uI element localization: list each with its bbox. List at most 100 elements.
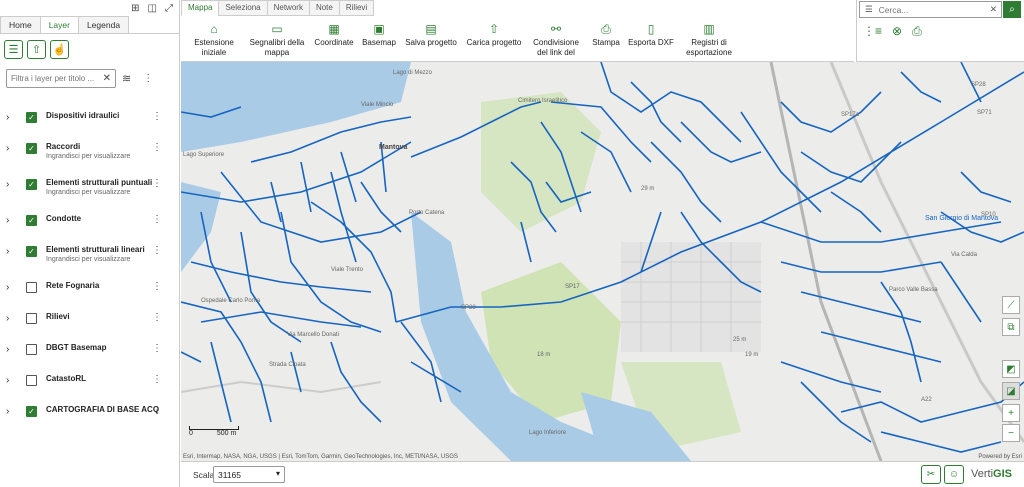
layer-row[interactable]: › ✓ Raccordi Ingrandisci per visualizzare… [0, 142, 178, 160]
clear-icon[interactable]: ✕ [103, 73, 111, 84]
chevron-right-icon[interactable]: › [6, 179, 18, 190]
dock-icon[interactable]: ⊞ [131, 3, 139, 14]
chevron-right-icon[interactable]: › [6, 313, 18, 324]
print-button[interactable]: ⎙ Stampa [591, 22, 621, 48]
chevron-right-icon[interactable]: › [6, 246, 18, 257]
chevron-right-icon[interactable]: › [6, 375, 18, 386]
layer-row[interactable]: › Rete Fognaria ⋮ [0, 281, 178, 293]
zoom-in-button[interactable]: + [1002, 404, 1020, 422]
tab-legenda[interactable]: Legenda [77, 16, 130, 33]
layer-row[interactable]: › ✓ Elementi strutturali lineari Ingrandi… [0, 245, 178, 263]
chevron-right-icon[interactable]: › [6, 143, 18, 154]
tab-home[interactable]: Home [0, 16, 41, 33]
tab-rilievi[interactable]: Rilievi [338, 0, 375, 16]
more-icon[interactable]: ⋮ [152, 374, 162, 385]
layer-row[interactable]: › ✓ Dispositivi idraulici ⋮ [0, 111, 178, 123]
layer-row[interactable]: › Rilievi ⋮ [0, 312, 178, 324]
chevron-right-icon[interactable]: › [6, 215, 18, 226]
export-dxf-button[interactable]: ▯ Esporta DXF [628, 22, 674, 48]
share-link-button[interactable]: ⚯ Condivisione del link del [531, 22, 581, 58]
layer-name: CatastoRL [46, 374, 87, 383]
search-panel: ☰ ✕ ⌕ ⋮≡ ⊗ ⎙ [856, 0, 1024, 62]
layer-checkbox[interactable]: ✓ [26, 246, 37, 257]
more-icon[interactable]: ⋮ [152, 111, 162, 122]
scale-select[interactable]: 31165 ▾ [213, 466, 285, 483]
more-icon[interactable]: ⋮ [152, 405, 162, 416]
chevron-right-icon[interactable]: › [6, 344, 18, 355]
more-icon[interactable]: ⋮ [152, 245, 162, 256]
layer-checkbox[interactable]: ✓ [26, 179, 37, 190]
map-scalebar: 0 500 m [189, 426, 239, 437]
pointer-icon[interactable]: ☝ [50, 40, 69, 59]
stack-icon[interactable]: ≋ [122, 72, 131, 85]
layer-row[interactable]: › ✓ Elementi strutturali puntuali Ingrand… [0, 178, 178, 196]
draw-icon[interactable]: ◪ [1002, 382, 1020, 400]
layer-filter-input[interactable] [11, 74, 101, 83]
tab-layer[interactable]: Layer [39, 16, 79, 33]
more-icon[interactable]: ⋮ [152, 312, 162, 323]
basemap-button[interactable]: ▣ Basemap [361, 22, 397, 48]
book-icon: ▭ [271, 22, 283, 36]
layer-name: DBGT Basemap [46, 343, 107, 352]
map-view[interactable]: Lago di Mezzo Viale Mincio Mantova Lago … [181, 62, 1024, 461]
results-list-icon[interactable]: ⋮≡ [863, 24, 882, 39]
tab-seleziona[interactable]: Seleziona [218, 0, 268, 16]
user-icon[interactable]: ☺ [944, 465, 964, 484]
layer-visibility-icon[interactable]: ◩ [1002, 360, 1020, 378]
ribbon-toolbar: Mappa Seleziona Network Note Rilievi ⌂ Es… [181, 0, 854, 62]
more-icon[interactable]: ⋮ [152, 343, 162, 354]
clear-results-icon[interactable]: ⊗ [892, 24, 902, 39]
layer-row[interactable]: › DBGT Basemap ⋮ [0, 343, 178, 355]
layer-checkbox[interactable] [26, 282, 37, 293]
tools-icon[interactable]: ✂ [921, 465, 941, 484]
zoom-out-button[interactable]: − [1002, 424, 1020, 442]
chevron-down-icon: ▾ [275, 469, 280, 478]
upload-icon[interactable]: ⇧ [27, 40, 46, 59]
close-icon[interactable]: ✕ [990, 4, 997, 15]
layer-checkbox[interactable]: ✓ [26, 406, 37, 417]
menu-icon[interactable]: ☰ [865, 4, 873, 15]
search-input[interactable] [878, 4, 974, 15]
layer-row[interactable]: › CatastoRL ⋮ [0, 374, 178, 386]
layer-row[interactable]: › ✓ CARTOGRAFIA DI BASE ACQ ⋮ [0, 405, 178, 417]
basemap-icon: ▣ [373, 22, 385, 36]
layer-checkbox[interactable] [26, 375, 37, 386]
map-attribution: Esri, Intermap, NASA, NGA, USGS | Esri, … [183, 454, 458, 460]
tab-network[interactable]: Network [266, 0, 310, 16]
map-tools-icon[interactable]: ⧉ [1002, 318, 1020, 336]
save-project-button[interactable]: ▤ Salva progetto [403, 22, 459, 48]
split-icon[interactable]: ◫ [148, 3, 157, 14]
layers-icon[interactable]: ☰ [4, 40, 23, 59]
coordinates-button[interactable]: ▦ Coordinate [313, 22, 355, 48]
printer-icon[interactable]: ⎙ [912, 24, 922, 39]
chevron-right-icon[interactable]: › [6, 406, 18, 417]
chevron-right-icon[interactable]: › [6, 282, 18, 293]
layer-checkbox[interactable] [26, 313, 37, 324]
layer-sub: Ingrandisci per visualizzare [46, 189, 131, 196]
export-logs-button[interactable]: ▥ Registri di esportazione [681, 22, 737, 58]
more-icon[interactable]: ⋮ [152, 178, 162, 189]
more-icon[interactable]: ⋮ [152, 281, 162, 292]
measure-icon[interactable]: ⟋ [1002, 296, 1020, 314]
more-icon[interactable]: ⋮ [152, 214, 162, 225]
more-icon[interactable]: ⋮ [152, 142, 162, 153]
expand-icon[interactable]: ⤢ [165, 3, 173, 14]
layer-checkbox[interactable]: ✓ [26, 112, 37, 123]
more-icon[interactable]: ⋮ [143, 73, 153, 84]
tab-mappa[interactable]: Mappa [181, 0, 220, 16]
layer-name: Rete Fognaria [46, 281, 100, 290]
layer-row[interactable]: › ✓ Condotte ⋮ [0, 214, 178, 226]
chevron-right-icon[interactable]: › [6, 112, 18, 123]
tab-note[interactable]: Note [308, 0, 340, 16]
layer-checkbox[interactable]: ✓ [26, 215, 37, 226]
home-extent-button[interactable]: ⌂ Estensione iniziale [193, 22, 235, 58]
bookmarks-button[interactable]: ▭ Segnalibri della mappa [249, 22, 305, 58]
layer-name: Rilievi [46, 312, 70, 321]
search-button[interactable]: ⌕ [1003, 1, 1021, 18]
load-project-button[interactable]: ⇧ Carica progetto [465, 22, 523, 48]
layer-checkbox[interactable]: ✓ [26, 143, 37, 154]
bottom-tools: ✂ ☺ [921, 465, 964, 484]
filter-row: ✕ ≋ ⋮ [0, 65, 179, 92]
filter-box: ✕ [6, 69, 116, 88]
layer-checkbox[interactable] [26, 344, 37, 355]
